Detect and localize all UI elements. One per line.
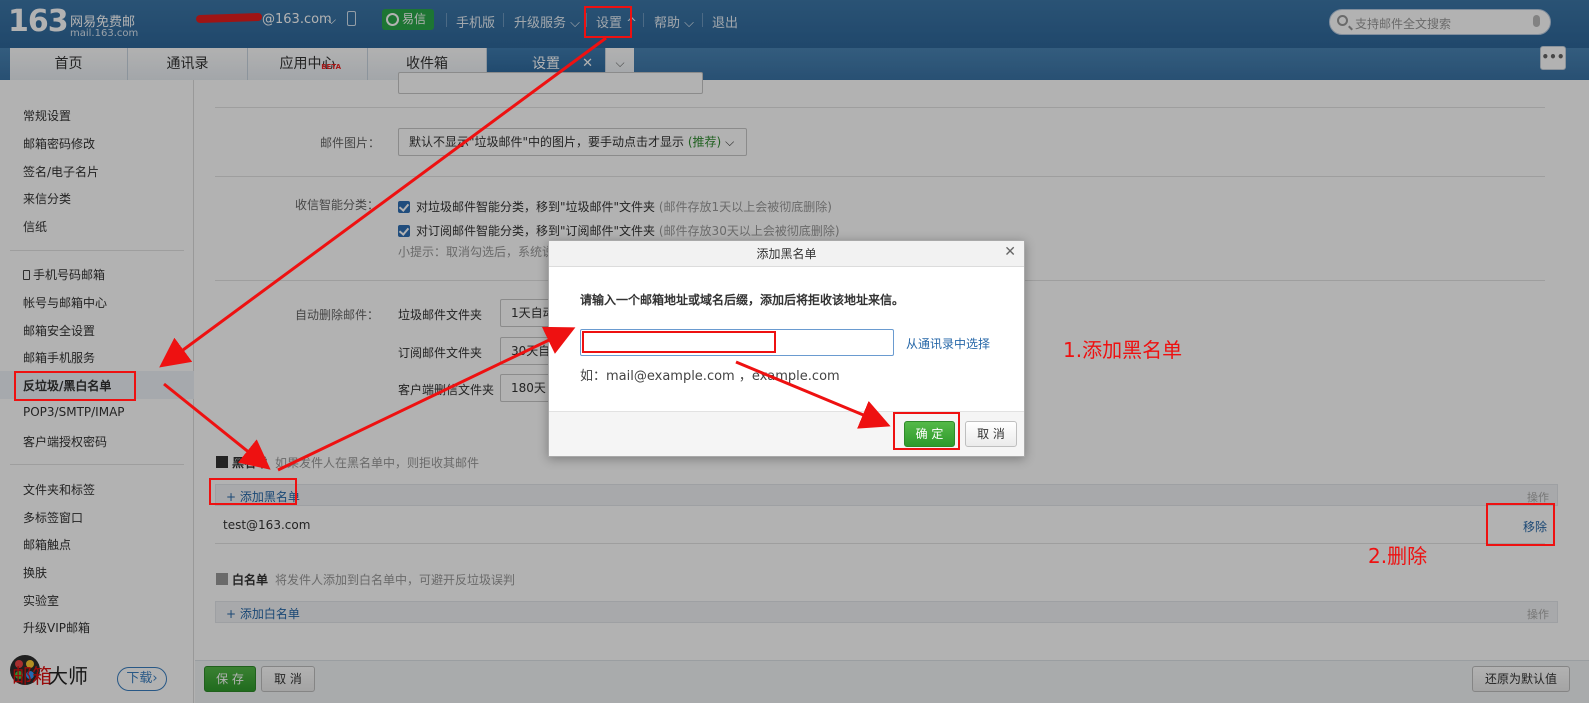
- arrow-add-to-input: [277, 326, 576, 472]
- arrow-antispam-to-add: [163, 382, 271, 470]
- arrow-settings-to-antispam: [159, 36, 607, 368]
- annotation-arrows: [159, 36, 891, 472]
- arrow-input-to-confirm: [735, 360, 891, 429]
